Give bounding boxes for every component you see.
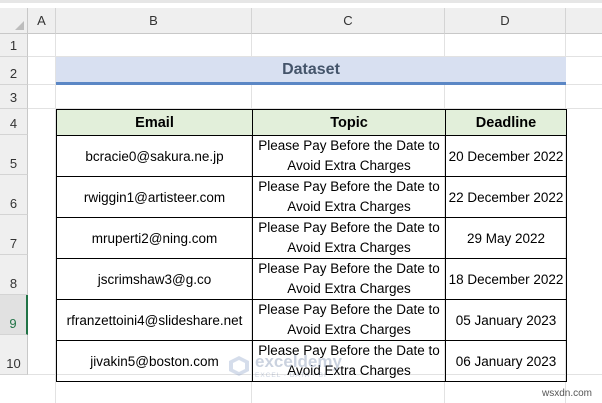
watermark-tagline: EXCEL · DATA · BI	[255, 372, 327, 379]
topic-line: Please Pay Before the Date to	[258, 302, 440, 317]
deadline-cell[interactable]: 05 January 2023	[445, 299, 567, 341]
email-cell[interactable]: jivakin5@boston.com	[56, 340, 253, 382]
exceldemy-watermark: exceldemy EXCEL · DATA · BI	[228, 352, 342, 379]
topic-line: Avoid Extra Charges	[287, 322, 411, 337]
row-header-9[interactable]: 9	[0, 295, 28, 335]
table-row: mruperti2@ning.com Please Pay Before the…	[56, 217, 567, 259]
column-header-b[interactable]: B	[56, 8, 252, 34]
deadline-cell[interactable]: 20 December 2022	[445, 135, 567, 177]
email-cell[interactable]: rwiggin1@artisteer.com	[56, 176, 253, 218]
email-cell[interactable]: jscrimshaw3@g.co	[56, 258, 253, 300]
column-header-e[interactable]	[566, 8, 602, 34]
row-header-3[interactable]: 3	[0, 85, 28, 109]
topic-cell[interactable]: Please Pay Before the Date to Avoid Extra…	[252, 299, 446, 341]
row-header-7[interactable]: 7	[0, 215, 28, 255]
topic-line: Please Pay Before the Date to	[258, 179, 440, 194]
table-row: rfranzettoini4@slideshare.net Please Pay…	[56, 299, 567, 341]
topic-cell[interactable]: Please Pay Before the Date to Avoid Extra…	[252, 135, 446, 177]
table-row: bcracie0@sakura.ne.jp Please Pay Before …	[56, 135, 567, 177]
topic-cell[interactable]: Please Pay Before the Date to Avoid Extra…	[252, 176, 446, 218]
header-email[interactable]: Email	[56, 109, 253, 136]
watermark-text-block: exceldemy EXCEL · DATA · BI	[255, 352, 342, 379]
topic-line: Please Pay Before the Date to	[258, 220, 440, 235]
table-row: rwiggin1@artisteer.com Please Pay Before…	[56, 176, 567, 218]
email-cell[interactable]: rfranzettoini4@slideshare.net	[56, 299, 253, 341]
select-all-triangle-icon	[15, 21, 24, 30]
topic-cell[interactable]: Please Pay Before the Date to Avoid Extra…	[252, 258, 446, 300]
dataset-title[interactable]: Dataset	[56, 57, 566, 85]
header-deadline[interactable]: Deadline	[445, 109, 567, 136]
ribbon-edge	[0, 0, 602, 3]
column-header-c[interactable]: C	[252, 8, 445, 34]
row-header-4[interactable]: 4	[0, 109, 28, 135]
select-all-button[interactable]	[0, 8, 28, 34]
topic-line: Avoid Extra Charges	[287, 281, 411, 296]
topic-line: Avoid Extra Charges	[287, 158, 411, 173]
row-header-6[interactable]: 6	[0, 175, 28, 215]
row-header-10[interactable]: 10	[0, 335, 28, 375]
email-cell[interactable]: bcracie0@sakura.ne.jp	[56, 135, 253, 177]
table-row: jscrimshaw3@g.co Please Pay Before the D…	[56, 258, 567, 300]
row-header-8[interactable]: 8	[0, 255, 28, 295]
topic-line: Avoid Extra Charges	[287, 240, 411, 255]
deadline-cell[interactable]: 29 May 2022	[445, 217, 567, 259]
row-header-2[interactable]: 2	[0, 57, 28, 85]
topic-line: Please Pay Before the Date to	[258, 138, 440, 153]
deadline-cell[interactable]: 06 January 2023	[445, 340, 567, 382]
column-header-d[interactable]: D	[445, 8, 566, 34]
row-header-1[interactable]: 1	[0, 34, 28, 57]
topic-line: Avoid Extra Charges	[287, 199, 411, 214]
watermark-name: exceldemy	[255, 352, 342, 371]
deadline-cell[interactable]: 22 December 2022	[445, 176, 567, 218]
site-watermark: wsxdn.com	[541, 388, 592, 399]
header-topic[interactable]: Topic	[252, 109, 446, 136]
topic-line: Please Pay Before the Date to	[258, 261, 440, 276]
email-data-table: Email Topic Deadline bcracie0@sakura.ne.…	[56, 109, 567, 382]
topic-cell[interactable]: Please Pay Before the Date to Avoid Extra…	[252, 217, 446, 259]
row-header-5[interactable]: 5	[0, 135, 28, 175]
column-header-a[interactable]: A	[28, 8, 56, 34]
exceldemy-logo-icon	[229, 355, 249, 376]
deadline-cell[interactable]: 18 December 2022	[445, 258, 567, 300]
email-cell[interactable]: mruperti2@ning.com	[56, 217, 253, 259]
